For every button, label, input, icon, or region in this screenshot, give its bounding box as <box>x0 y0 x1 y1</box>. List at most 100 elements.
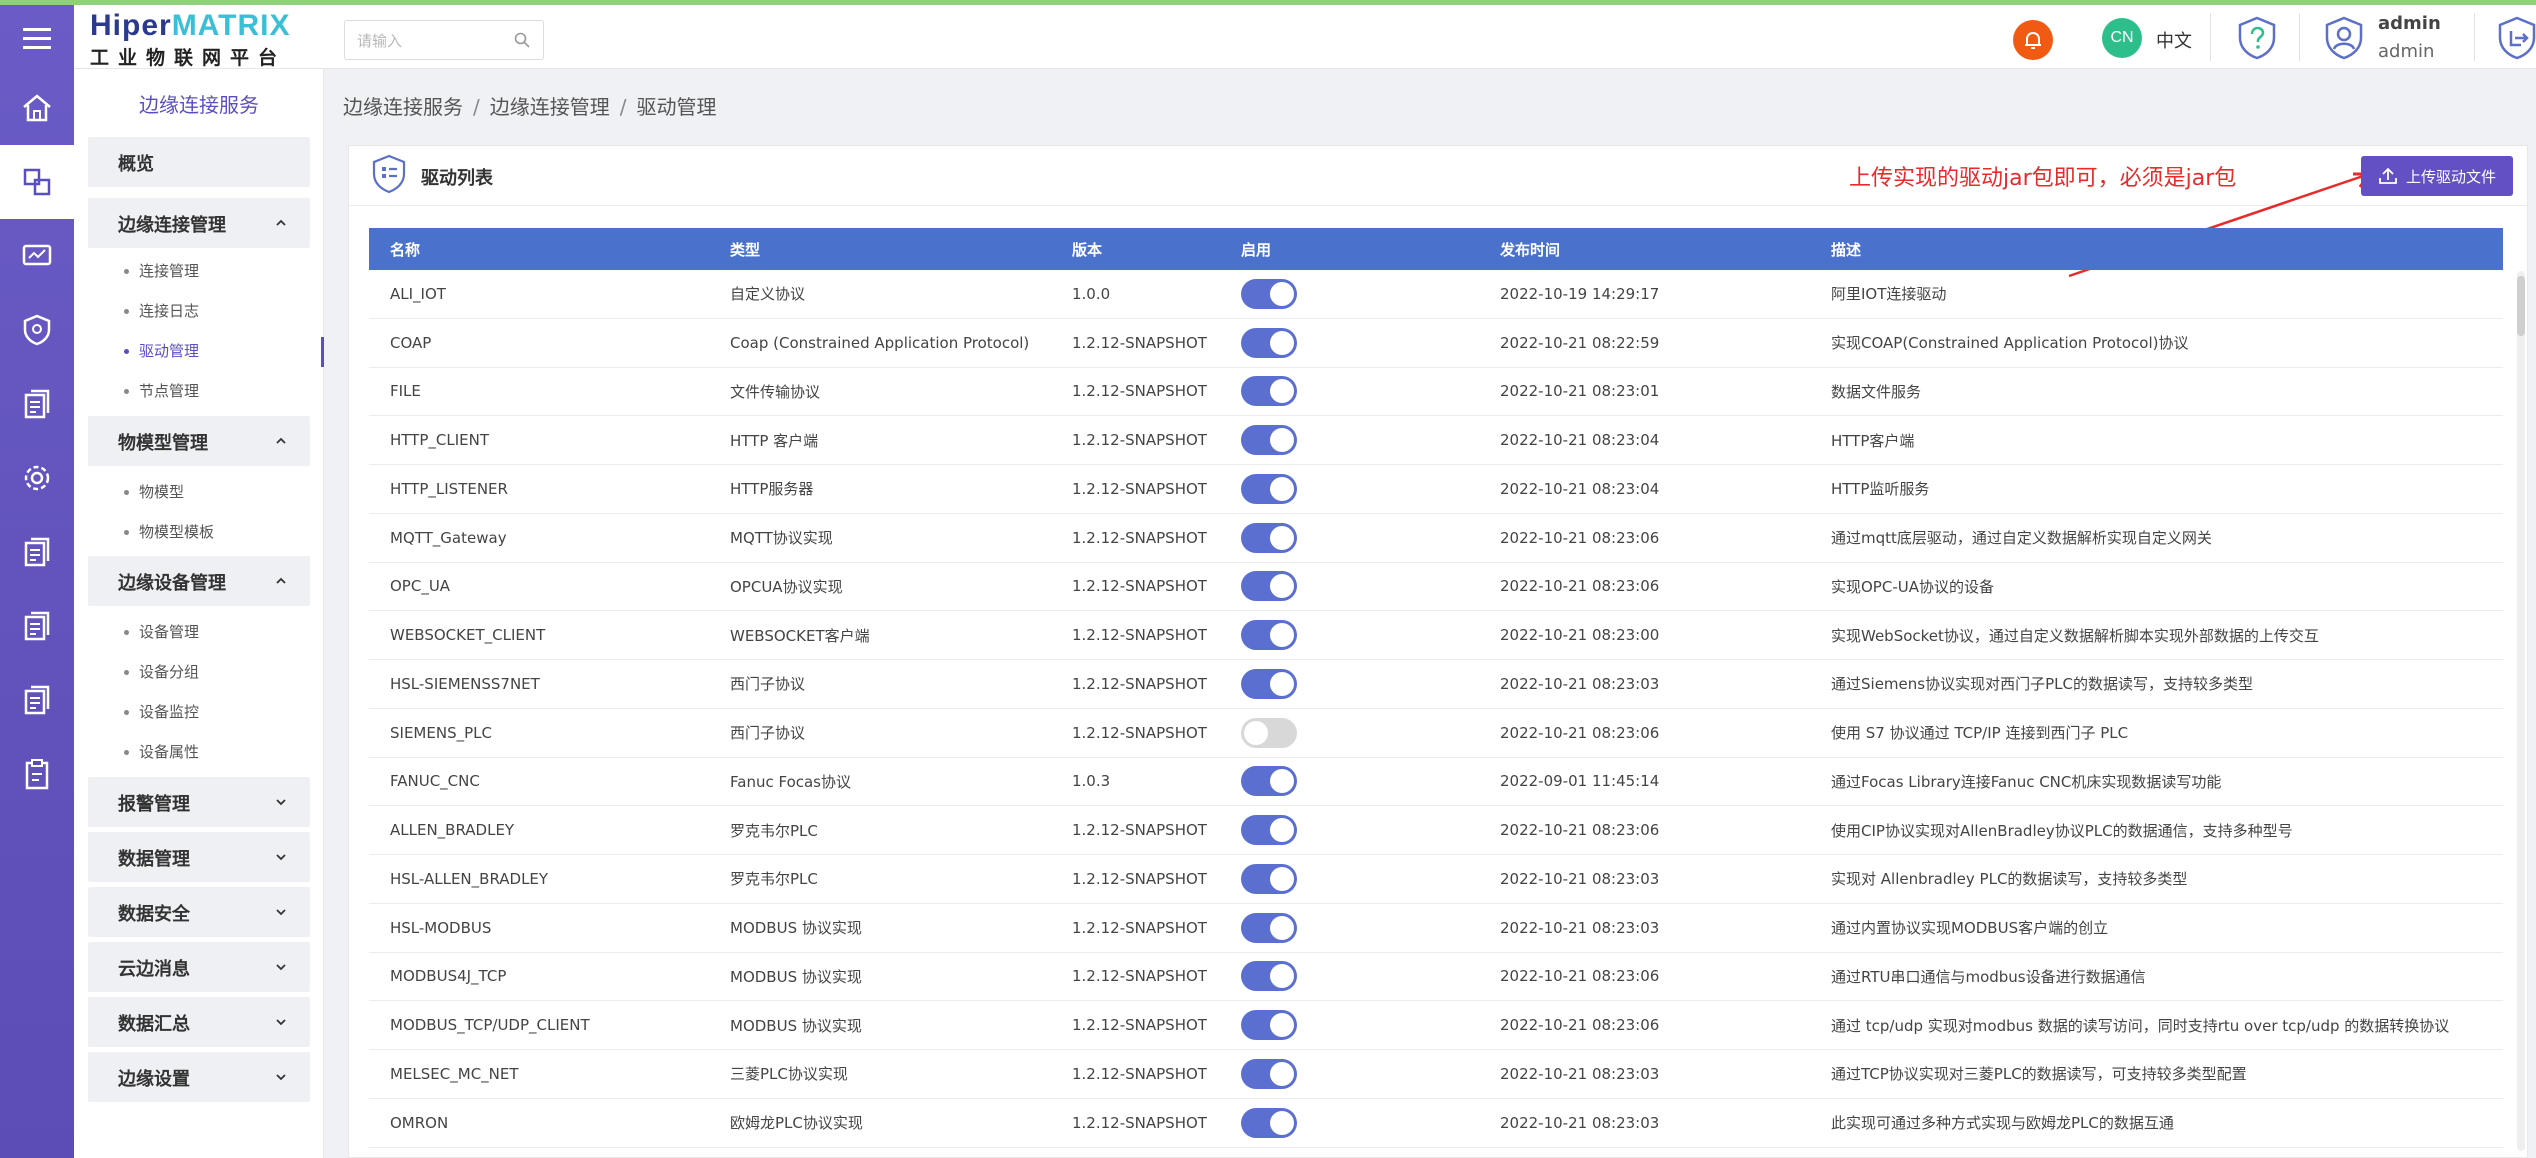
active-indicator <box>321 337 324 367</box>
cell-version: 1.2.12-SNAPSHOT <box>1072 382 1207 401</box>
rail-settings[interactable] <box>0 441 74 515</box>
col-header-enabled[interactable]: 启用 <box>1241 228 1361 270</box>
enabled-toggle[interactable] <box>1241 376 1297 407</box>
breadcrumb-item[interactable]: 边缘连接管理 <box>490 95 610 119</box>
search-icon[interactable] <box>513 31 531 49</box>
sidebar-group-security[interactable]: 数据安全 <box>88 887 310 937</box>
sidebar-group-cloud-msg[interactable]: 云边消息 <box>88 942 310 992</box>
sidebar-group-edge-connection[interactable]: 边缘连接管理 <box>88 198 310 248</box>
rail-monitor[interactable] <box>0 219 74 293</box>
table-row[interactable]: ALLEN_BRADLEY 罗克韦尔PLC 1.2.12-SNAPSHOT 2022-… <box>369 806 2503 855</box>
sidebar-item-overview[interactable]: 概览 <box>88 137 310 187</box>
cell-name: HSL-ALLEN_BRADLEY <box>390 869 549 888</box>
enabled-toggle[interactable] <box>1241 278 1297 309</box>
table-row[interactable]: WEBSOCKET_CLIENT WEBSOCKET客户端 1.2.12-SNAPS… <box>369 611 2503 660</box>
col-header-desc[interactable]: 描述 <box>1831 228 2491 270</box>
table-row[interactable]: COAP Coap (Constrained Application Protoc… <box>369 319 2503 368</box>
table-row[interactable]: MODBUS4J_TCP MODBUS 协议实现 1.2.12-SNAPSHOT 20… <box>369 953 2503 1002</box>
rail-docs-4[interactable] <box>0 663 74 737</box>
sidebar-item-node-manage[interactable]: 节点管理 <box>124 380 199 401</box>
enabled-toggle[interactable] <box>1241 473 1297 504</box>
table-body: ALI_IOT 自定义协议 1.0.0 2022-10-19 14:29:17 阿里IO… <box>369 270 2503 1148</box>
table-row[interactable]: HTTP_LISTENER HTTP服务器 1.2.12-SNAPSHOT 2022-… <box>369 465 2503 514</box>
sidebar-item-driver-manage[interactable]: 驱动管理 <box>124 340 199 361</box>
chevron-down-icon <box>276 799 286 806</box>
cell-enabled <box>1241 368 1361 416</box>
table-row[interactable]: FILE 文件传输协议 1.2.12-SNAPSHOT 2022-10-21 08:2… <box>369 368 2503 417</box>
sidebar-group-edge-settings[interactable]: 边缘设置 <box>88 1052 310 1102</box>
breadcrumb-item[interactable]: 边缘连接服务 <box>343 95 463 119</box>
upload-driver-button[interactable]: 上传驱动文件 <box>2361 156 2513 196</box>
col-header-type[interactable]: 类型 <box>730 228 1030 270</box>
table-row[interactable]: OMRON 欧姆龙PLC协议实现 1.2.12-SNAPSHOT 2022-10-21… <box>369 1099 2503 1148</box>
help-icon[interactable] <box>2234 15 2280 61</box>
enabled-toggle[interactable] <box>1241 620 1297 651</box>
col-header-version[interactable]: 版本 <box>1072 228 1232 270</box>
table-row[interactable]: HSL-ALLEN_BRADLEY 罗克韦尔PLC 1.2.12-SNAPSHOT 2… <box>369 855 2503 904</box>
sidebar-item-device-attr[interactable]: 设备属性 <box>124 741 199 762</box>
cell-version: 1.2.12-SNAPSHOT <box>1072 626 1207 645</box>
sidebar-item-device-group[interactable]: 设备分组 <box>124 661 199 682</box>
sidebar-item-connection-manage[interactable]: 连接管理 <box>124 260 199 281</box>
sidebar-item-connection-log[interactable]: 连接日志 <box>124 300 199 321</box>
sidebar-item-device-monitor[interactable]: 设备监控 <box>124 701 199 722</box>
enabled-toggle[interactable] <box>1241 425 1297 456</box>
rail-docs-2[interactable] <box>0 515 74 589</box>
cell-time: 2022-10-21 08:23:01 <box>1500 382 1660 401</box>
menu-toggle-button[interactable] <box>0 5 74 71</box>
sidebar-group-alarm[interactable]: 报警管理 <box>88 777 310 827</box>
scrollbar-thumb[interactable] <box>2517 276 2525 336</box>
user-name[interactable]: admin <box>2378 13 2441 34</box>
language-label[interactable]: 中文 <box>2156 27 2192 53</box>
monitor-icon <box>22 244 52 266</box>
sidebar-item-model[interactable]: 物模型 <box>124 481 184 502</box>
sidebar-group-device[interactable]: 边缘设备管理 <box>88 556 310 606</box>
enabled-toggle[interactable] <box>1241 668 1297 699</box>
enabled-toggle[interactable] <box>1241 863 1297 894</box>
enabled-toggle[interactable] <box>1241 717 1297 748</box>
sidebar-item-model-template[interactable]: 物模型模板 <box>124 521 214 542</box>
sidebar-item-device-manage[interactable]: 设备管理 <box>124 621 199 642</box>
search-input[interactable] <box>357 29 507 53</box>
table-row[interactable]: HTTP_CLIENT HTTP 客户端 1.2.12-SNAPSHOT 2022-1… <box>369 416 2503 465</box>
cell-type: 西门子协议 <box>730 675 806 694</box>
rail-home[interactable] <box>0 71 74 145</box>
enabled-toggle[interactable] <box>1241 1107 1297 1138</box>
col-header-name[interactable]: 名称 <box>390 228 710 270</box>
enabled-toggle[interactable] <box>1241 815 1297 846</box>
table-row[interactable]: HSL-MODBUS MODBUS 协议实现 1.2.12-SNAPSHOT 2022… <box>369 904 2503 953</box>
table-row[interactable]: SIEMENS_PLC 西门子协议 1.2.12-SNAPSHOT 2022-10-2… <box>369 709 2503 758</box>
rail-docs-1[interactable] <box>0 367 74 441</box>
col-header-time[interactable]: 发布时间 <box>1500 228 1820 270</box>
rail-location[interactable] <box>0 293 74 367</box>
user-avatar-icon[interactable] <box>2321 15 2367 61</box>
cell-version: 1.2.12-SNAPSHOT <box>1072 1016 1207 1035</box>
enabled-toggle[interactable] <box>1241 571 1297 602</box>
table-row[interactable]: OPC_UA OPCUA协议实现 1.2.12-SNAPSHOT 2022-10-21… <box>369 563 2503 612</box>
rail-clipboard[interactable] <box>0 737 74 811</box>
enabled-toggle[interactable] <box>1241 766 1297 797</box>
enabled-toggle[interactable] <box>1241 961 1297 992</box>
table-row[interactable]: MQTT_Gateway MQTT协议实现 1.2.12-SNAPSHOT 2022-… <box>369 514 2503 563</box>
sidebar-group-data[interactable]: 数据管理 <box>88 832 310 882</box>
table-row[interactable]: FANUC_CNC Fanuc Focas协议 1.0.3 2022-09-01 11… <box>369 758 2503 807</box>
enabled-toggle[interactable] <box>1241 522 1297 553</box>
enabled-toggle[interactable] <box>1241 327 1297 358</box>
rail-edge-connection[interactable] <box>0 145 74 219</box>
enabled-toggle[interactable] <box>1241 1010 1297 1041</box>
sidebar-group-summary[interactable]: 数据汇总 <box>88 997 310 1047</box>
cell-type: HTTP 客户端 <box>730 431 819 450</box>
sidebar-group-model[interactable]: 物模型管理 <box>88 416 310 466</box>
rail-docs-3[interactable] <box>0 589 74 663</box>
language-badge[interactable]: CN <box>2102 18 2142 58</box>
table-row[interactable]: HSL-SIEMENSS7NET 西门子协议 1.2.12-SNAPSHOT 2022… <box>369 660 2503 709</box>
table-row[interactable]: MODBUS_TCP/UDP_CLIENT MODBUS 协议实现 1.2.12-S… <box>369 1001 2503 1050</box>
scrollbar-track[interactable] <box>2517 271 2525 1151</box>
logout-icon[interactable] <box>2494 15 2536 61</box>
enabled-toggle[interactable] <box>1241 1058 1297 1089</box>
enabled-toggle[interactable] <box>1241 912 1297 943</box>
notification-button[interactable] <box>2013 20 2053 60</box>
table-row[interactable]: MELSEC_MC_NET 三菱PLC协议实现 1.2.12-SNAPSHOT 202… <box>369 1050 2503 1099</box>
driver-list-card: 驱动列表 上传实现的驱动jar包即可，必须是jar包 上传驱动文件 名称 类型 … <box>348 145 2528 1158</box>
table-row[interactable]: ALI_IOT 自定义协议 1.0.0 2022-10-19 14:29:17 阿里IO… <box>369 270 2503 319</box>
